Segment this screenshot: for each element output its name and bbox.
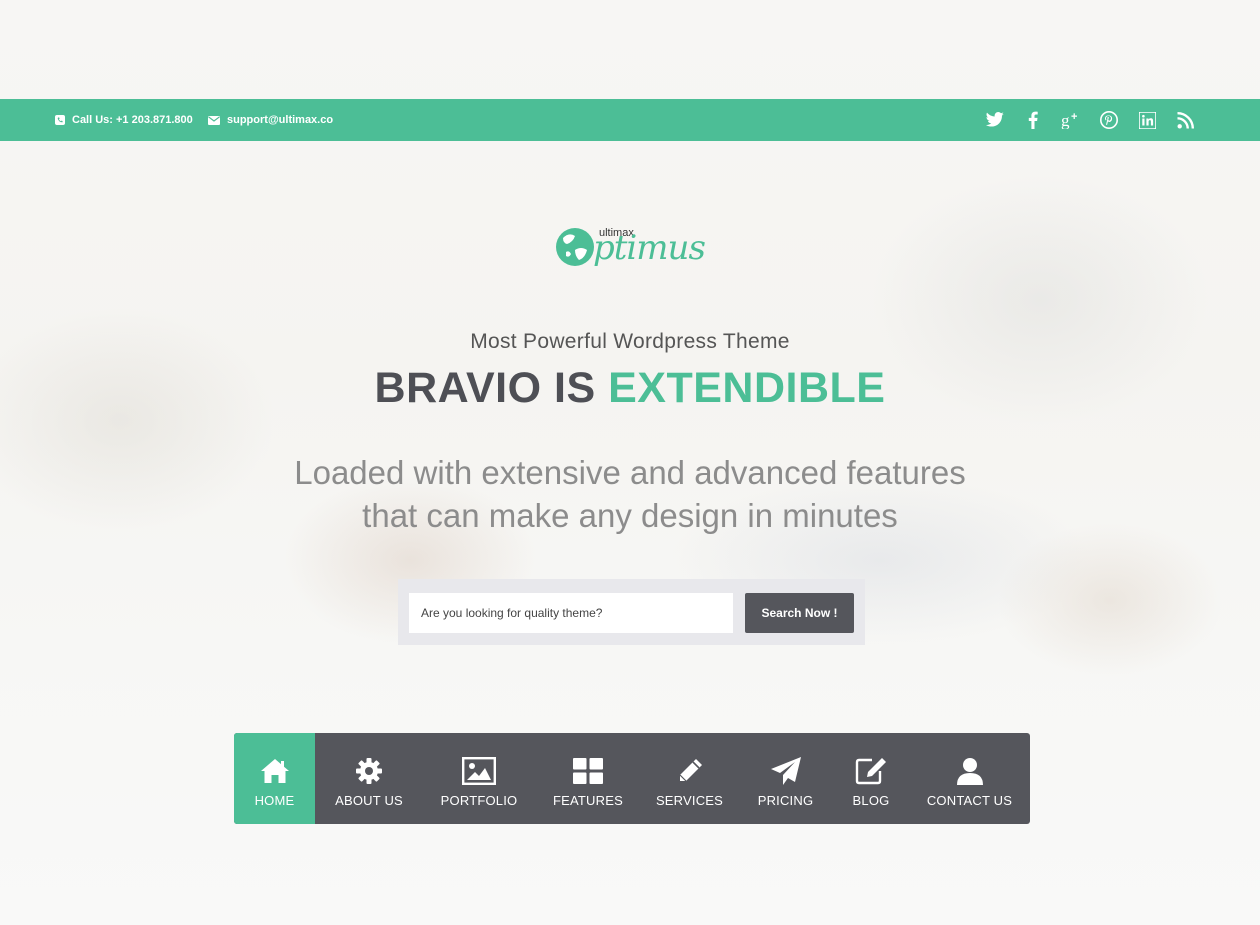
paper-plane-icon xyxy=(770,755,802,787)
headline-accent: EXTENDIBLE xyxy=(608,364,886,412)
nav-label-home: HOME xyxy=(254,793,295,808)
search-input[interactable] xyxy=(409,593,733,633)
pencil-icon xyxy=(676,755,704,787)
edit-icon xyxy=(855,755,887,787)
nav-item-about-us[interactable]: ABOUT US xyxy=(315,733,423,824)
nav-label-pricing: PRICING xyxy=(757,793,814,808)
search-form: Search Now ! xyxy=(398,579,865,645)
home-icon xyxy=(260,755,290,787)
facebook-icon[interactable] xyxy=(1014,99,1052,141)
hero-headline: BRAVIO IS EXTENDIBLE xyxy=(0,364,1260,413)
nav-label-about-us: ABOUT US xyxy=(335,793,403,808)
nav-item-features[interactable]: FEATURES xyxy=(535,733,641,824)
nav-label-portfolio: PORTFOLIO xyxy=(440,793,518,808)
linkedin-icon[interactable] xyxy=(1128,99,1166,141)
email-contact[interactable]: support@ultimax.co xyxy=(208,99,333,141)
twitter-icon[interactable] xyxy=(976,99,1014,141)
nav-item-contact-us[interactable]: CONTACT US xyxy=(909,733,1030,824)
email-label: support@ultimax.co xyxy=(227,114,334,126)
nav-label-features: FEATURES xyxy=(553,793,623,808)
main-navigation: HOME ABOUT US PORTFOLIO FEATURES SERVICE… xyxy=(234,733,1030,824)
nav-label-contact-us: CONTACT US xyxy=(926,793,1013,808)
phone-label: Call Us: +1 203.871.800 xyxy=(72,114,193,126)
nav-item-services[interactable]: SERVICES xyxy=(641,733,738,824)
rss-icon[interactable] xyxy=(1166,99,1204,141)
grid-icon xyxy=(573,755,603,787)
nav-item-blog[interactable]: BLOG xyxy=(833,733,909,824)
social-links: g + xyxy=(976,99,1204,141)
top-bar: Call Us: +1 203.871.800 support@ultimax.… xyxy=(0,99,1260,141)
image-icon xyxy=(462,755,496,787)
pinterest-icon[interactable] xyxy=(1090,99,1128,141)
phone-contact[interactable]: Call Us: +1 203.871.800 xyxy=(55,99,193,141)
search-now-button[interactable]: Search Now ! xyxy=(745,593,854,633)
nav-item-home[interactable]: HOME xyxy=(234,733,315,824)
gear-icon xyxy=(355,755,383,787)
nav-item-portfolio[interactable]: PORTFOLIO xyxy=(423,733,535,824)
subtitle-line-2: that can make any design in minutes xyxy=(362,497,898,534)
phone-icon xyxy=(55,115,65,125)
svg-text:g: g xyxy=(1061,111,1070,129)
envelope-icon xyxy=(208,115,220,125)
logo-wordmark: ptimus xyxy=(593,228,706,268)
user-icon xyxy=(956,755,983,787)
nav-label-blog: BLOG xyxy=(852,793,890,808)
headline-part1: BRAVIO IS xyxy=(374,364,609,412)
hero-tagline: Most Powerful Wordpress Theme xyxy=(470,330,790,353)
subtitle-line-1: Loaded with extensive and advanced featu… xyxy=(294,454,966,491)
hero-subtitle: Loaded with extensive and advanced featu… xyxy=(0,451,1260,537)
google-plus-icon[interactable]: g + xyxy=(1052,99,1090,141)
site-logo[interactable]: ultimax ptimus xyxy=(553,220,715,276)
svg-text:+: + xyxy=(1071,111,1077,123)
nav-label-services: SERVICES xyxy=(655,793,724,808)
nav-item-pricing[interactable]: PRICING xyxy=(738,733,833,824)
